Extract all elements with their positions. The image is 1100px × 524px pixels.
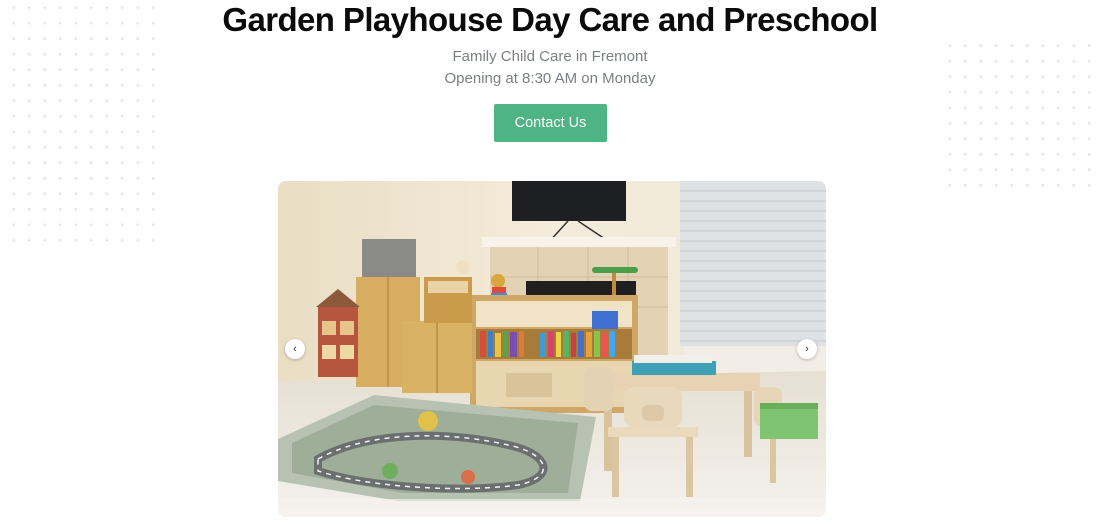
business-type: Family Child Care in Fremont — [452, 48, 648, 65]
opening-hours: Opening at 8:30 AM on Monday — [444, 70, 656, 87]
carousel-next-button[interactable]: › — [797, 339, 817, 359]
page: Garden Playhouse Day Care and Preschool … — [0, 0, 1100, 524]
chevron-right-icon: › — [805, 342, 809, 355]
photo-carousel[interactable] — [278, 181, 826, 517]
carousel-prev-button[interactable]: ‹ — [285, 339, 305, 359]
page-title: Garden Playhouse Day Care and Preschool — [222, 1, 878, 38]
contact-us-button[interactable]: Contact Us — [494, 104, 607, 142]
chevron-left-icon: ‹ — [293, 342, 297, 355]
classroom-photo — [278, 181, 826, 517]
